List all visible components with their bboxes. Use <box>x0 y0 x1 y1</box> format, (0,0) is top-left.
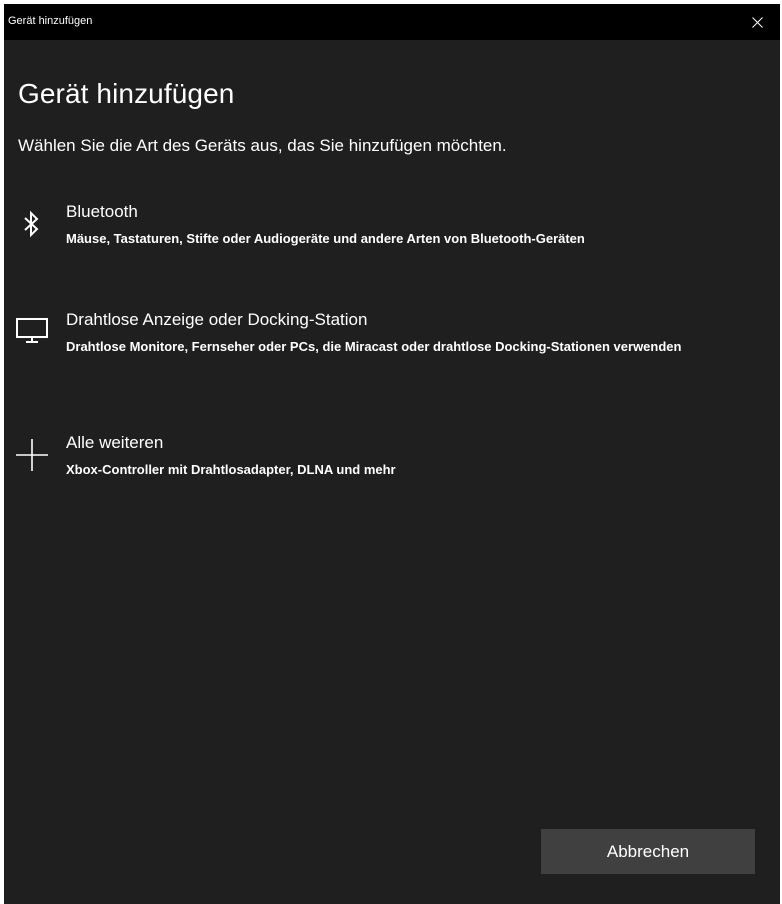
monitor-icon <box>14 312 50 348</box>
option-everything-else[interactable]: Alle weiteren Xbox-Controller mit Drahtl… <box>4 433 780 493</box>
option-bluetooth[interactable]: Bluetooth Mäuse, Tastaturen, Stifte oder… <box>4 202 780 262</box>
close-icon <box>751 16 763 28</box>
page-subtitle: Wählen Sie die Art des Geräts aus, das S… <box>18 136 507 155</box>
option-title: Alle weiteren <box>66 433 164 452</box>
window-title: Gerät hinzufügen <box>8 15 93 27</box>
close-button[interactable] <box>734 4 780 40</box>
plus-icon <box>14 437 50 473</box>
cancel-button[interactable]: Abbrechen <box>541 829 755 874</box>
option-title: Bluetooth <box>66 202 138 221</box>
option-description: Drahtlose Monitore, Fernseher oder PCs, … <box>66 339 682 354</box>
option-wireless-display[interactable]: Drahtlose Anzeige oder Docking-Station D… <box>4 310 780 390</box>
option-title: Drahtlose Anzeige oder Docking-Station <box>66 310 368 329</box>
option-description: Xbox-Controller mit Drahtlosadapter, DLN… <box>66 462 396 477</box>
bluetooth-icon <box>14 206 50 242</box>
page-title: Gerät hinzufügen <box>18 78 235 109</box>
title-bar: Gerät hinzufügen <box>4 4 780 40</box>
add-device-dialog: Gerät hinzufügen Gerät hinzufügen Wählen… <box>4 4 780 904</box>
option-description: Mäuse, Tastaturen, Stifte oder Audiogerä… <box>66 231 585 246</box>
